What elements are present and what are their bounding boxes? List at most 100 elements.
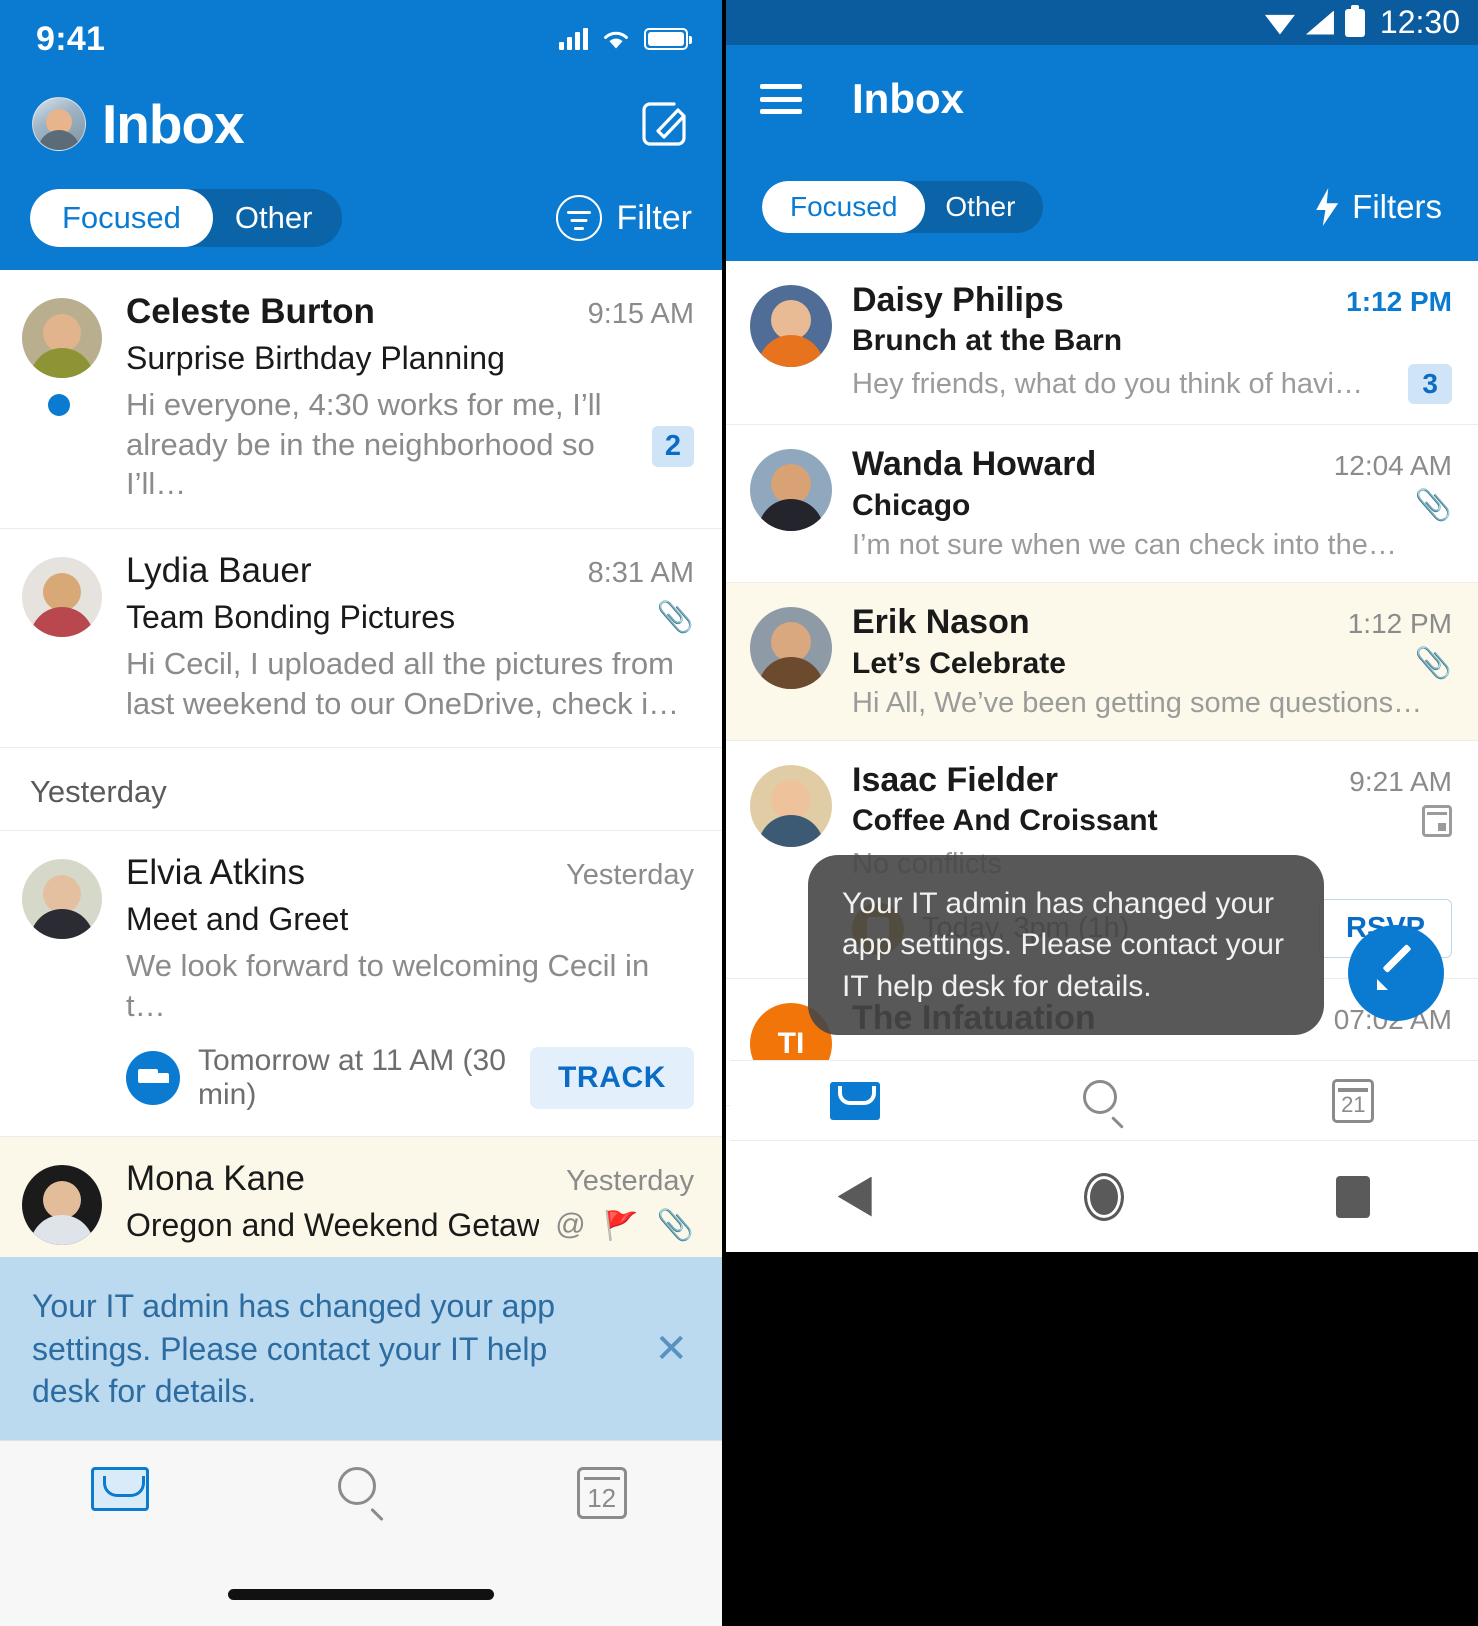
tab-search[interactable] — [979, 1079, 1228, 1129]
row-flags — [1408, 805, 1452, 837]
nav-recents[interactable] — [1229, 1175, 1478, 1218]
preview-text: We look forward to welcoming Cecil in t… — [126, 948, 650, 1024]
avatar — [750, 765, 832, 847]
sender-name: Celeste Burton — [126, 292, 375, 331]
row-flags: 📎 — [1401, 646, 1452, 681]
tab-mail[interactable] — [730, 1081, 979, 1120]
mail-icon — [829, 1081, 880, 1120]
tab-focused[interactable]: Focused — [762, 181, 926, 233]
battery-icon — [644, 28, 692, 50]
home-indicator — [228, 1589, 494, 1600]
track-button[interactable]: TRACK — [530, 1046, 694, 1109]
subject: Meet and Greet — [126, 901, 349, 938]
table-row[interactable]: Daisy Philips 1:12 PM Brunch at the Barn… — [726, 261, 1478, 425]
compose-icon[interactable] — [638, 98, 690, 150]
preview-text: Hey friends, what do you think of havi… — [852, 367, 1363, 400]
calendar-icon: 12 — [576, 1467, 627, 1519]
ios-status-time: 9:41 — [36, 19, 106, 58]
row-flags: 📎 — [641, 600, 694, 635]
focused-other-segmented-control[interactable]: Focused Other — [762, 181, 1044, 233]
table-row[interactable]: Celeste Burton 9:15 AM Surprise Birthday… — [0, 270, 722, 530]
subject: Coffee And Croissant — [852, 804, 1158, 837]
focused-other-segmented-control[interactable]: Focused Other — [30, 189, 343, 247]
row-content: Erik Nason 1:12 PM Let’s Celebrate 📎 Hi … — [832, 603, 1452, 720]
calendar-icon: 21 — [1332, 1078, 1375, 1123]
avatar — [750, 449, 832, 531]
table-row[interactable]: Wanda Howard 12:04 AM Chicago 📎 I’m not … — [726, 425, 1478, 583]
tab-calendar[interactable]: 12 — [481, 1467, 722, 1519]
wifi-icon — [604, 31, 628, 48]
section-header-yesterday: Yesterday — [0, 748, 722, 832]
red-flag-icon: 🚩 — [603, 1209, 639, 1241]
android-header: Inbox Focused Other Filters — [726, 45, 1478, 261]
android-toast: Your IT admin has changed your app setti… — [808, 855, 1324, 1036]
filter-label: Filter — [616, 198, 692, 237]
subject: Let’s Celebrate — [852, 646, 1066, 680]
subject: Team Bonding Pictures — [126, 599, 456, 636]
tab-calendar[interactable]: 21 — [1229, 1078, 1478, 1123]
sender-name: Daisy Philips — [852, 281, 1064, 319]
filter-icon — [556, 195, 603, 241]
attachment-icon: 📎 — [656, 1208, 694, 1242]
avatar — [750, 607, 832, 689]
row-content: Celeste Burton 9:15 AM Surprise Birthday… — [114, 292, 694, 504]
android-outlook-screen: 12:30 Inbox Focused Other Filters Daisy … — [722, 0, 1478, 1626]
preview-text: I’m not sure when we can check into the… — [852, 529, 1397, 561]
tab-mail[interactable] — [0, 1467, 241, 1511]
timestamp: 1:12 PM — [1347, 608, 1452, 639]
banner-text: Your IT admin has changed your app setti… — [32, 1288, 556, 1409]
wifi-icon — [1264, 14, 1295, 35]
thread-count-badge: 3 — [1408, 364, 1452, 404]
table-row[interactable]: Lydia Bauer 8:31 AM Team Bonding Picture… — [0, 529, 722, 749]
timestamp: 1:12 PM — [1346, 286, 1452, 317]
tab-search[interactable] — [241, 1467, 482, 1522]
thread-count-badge: 2 — [651, 426, 694, 467]
sender-name: Mona Kane — [126, 1158, 306, 1198]
filters-button[interactable]: Filters — [1316, 188, 1442, 226]
avatar — [22, 859, 102, 940]
android-nav-bar — [730, 1140, 1478, 1252]
recents-square-icon — [1336, 1175, 1371, 1218]
calendar-small-icon — [1422, 805, 1452, 837]
tab-other[interactable]: Other — [925, 191, 1043, 223]
delivery-time-text: Tomorrow at 11 AM (30 min) — [198, 1043, 506, 1111]
close-icon[interactable]: ✕ — [654, 1329, 688, 1369]
subject: Brunch at the Barn — [852, 324, 1123, 357]
sender-name: Erik Nason — [852, 603, 1030, 641]
battery-icon — [1344, 4, 1365, 37]
tab-other[interactable]: Other — [213, 200, 343, 236]
timestamp: 9:21 AM — [1349, 766, 1452, 797]
subject: Chicago — [852, 488, 971, 522]
sender-name: Elvia Atkins — [126, 853, 305, 893]
filter-button[interactable]: Filter — [556, 195, 692, 241]
subject: Surprise Birthday Planning — [126, 340, 505, 376]
compose-fab[interactable] — [1348, 925, 1444, 1021]
avatar — [22, 557, 102, 638]
avatar — [22, 1164, 102, 1245]
nav-home[interactable] — [979, 1172, 1228, 1221]
row-flags: 📎 — [1401, 488, 1452, 523]
attachment-icon: 📎 — [1414, 647, 1452, 680]
dual-phone-screenshot: 9:41 Inbox Focused Other Filter Celeste … — [0, 0, 1478, 1626]
ios-filter-row: Focused Other Filter — [0, 170, 722, 266]
android-status-bar: 12:30 — [726, 0, 1478, 45]
it-admin-banner: Your IT admin has changed your app setti… — [0, 1257, 722, 1440]
timestamp: 12:04 AM — [1333, 450, 1452, 481]
account-avatar[interactable] — [32, 97, 86, 151]
android-tab-bar: 21 — [730, 1060, 1478, 1140]
tab-focused[interactable]: Focused — [30, 189, 213, 247]
row-content: Wanda Howard 12:04 AM Chicago 📎 I’m not … — [832, 445, 1452, 562]
hamburger-menu-icon[interactable] — [760, 84, 802, 114]
android-title-row: Inbox — [726, 45, 1478, 153]
search-icon — [1082, 1079, 1125, 1129]
attachment-icon: 📎 — [1414, 489, 1452, 522]
table-row[interactable]: Elvia Atkins Yesterday Meet and Greet We… — [0, 831, 722, 1137]
table-row[interactable]: Erik Nason 1:12 PM Let’s Celebrate 📎 Hi … — [726, 583, 1478, 741]
ios-status-icons — [559, 28, 692, 51]
timestamp: 8:31 AM — [587, 557, 694, 590]
row-flags: @ 🚩 📎 — [539, 1208, 694, 1243]
ios-title-row: Inbox — [0, 78, 722, 170]
preview-text: Hi everyone, 4:30 works for me, I’ll alr… — [126, 387, 602, 502]
nav-back[interactable] — [730, 1176, 979, 1217]
unread-dot — [48, 394, 70, 416]
